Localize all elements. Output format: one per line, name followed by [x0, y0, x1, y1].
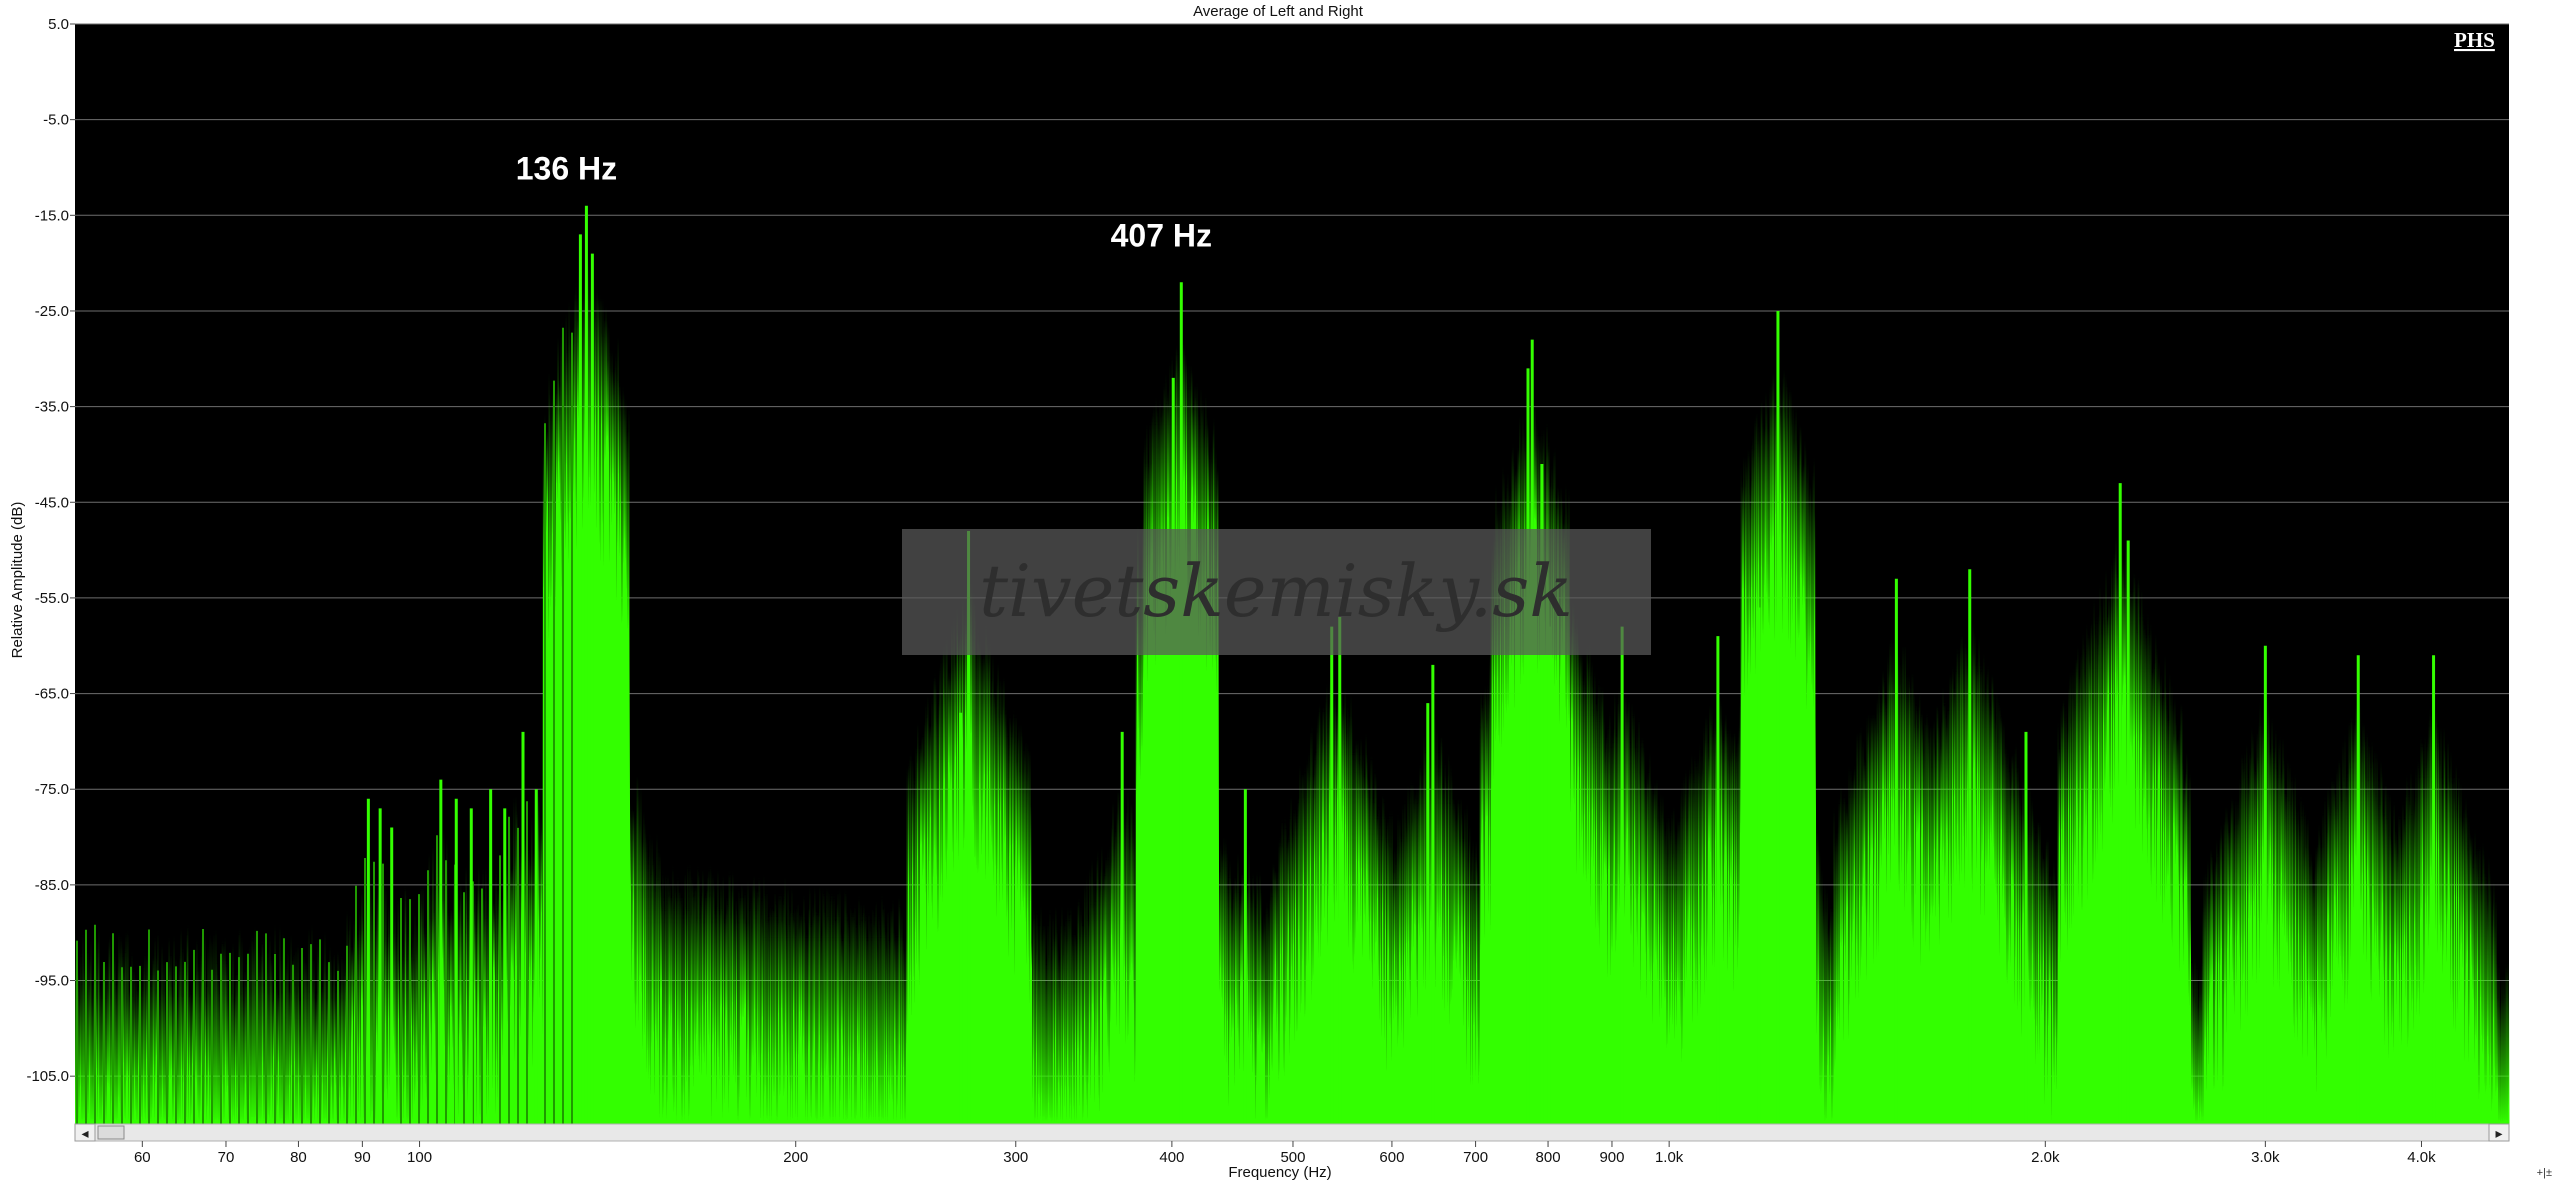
y-tick-label: -25.0 [35, 303, 69, 320]
x-axis-title: Frequency (Hz) [1228, 1164, 1331, 1181]
scrollbar-track[interactable] [74, 1123, 2510, 1142]
x-tick-label: 200 [783, 1149, 808, 1166]
y-tick-label: -75.0 [35, 781, 69, 798]
y-tick-label: -45.0 [35, 494, 69, 511]
watermark-text: tivetskemisky.sk [979, 549, 1573, 633]
phs-logo: PHS [2454, 28, 2495, 52]
y-axis-title: Relative Amplitude (dB) [9, 502, 26, 659]
scroll-right-arrow-icon: ▸ [2495, 1126, 2502, 1142]
scrollbar-thumb[interactable] [97, 1125, 125, 1140]
spectrum-chart: Average of Left and Right tivetskemisky.… [9, 3, 2552, 1181]
watermark: tivetskemisky.sk [902, 529, 1651, 655]
x-tick-label: 80 [290, 1149, 307, 1166]
x-tick-label: 4.0k [2407, 1149, 2436, 1166]
x-tick-label: 400 [1159, 1149, 1184, 1166]
y-tick-label: -105.0 [26, 1068, 69, 1085]
horizontal-scrollbar[interactable]: ◂ ▸ [74, 1123, 2510, 1142]
y-axis: 5.0 -5.0 -15.0 -25.0 -35.0 -45.0 -55.0 -65.0 -75… [26, 16, 75, 1085]
x-axis: 60 70 80 90 100 200 300 400 500 600 700 800 900 1.0k 2… [134, 1141, 2436, 1166]
y-tick-label: -5.0 [43, 112, 69, 129]
x-tick-label: 300 [1003, 1149, 1028, 1166]
spectrum-window: Average of Left and Right tivetskemisky.… [0, 0, 2555, 1184]
y-tick-label: -35.0 [35, 399, 69, 416]
x-tick-label: 2.0k [2031, 1149, 2060, 1166]
x-tick-label: 800 [1536, 1149, 1561, 1166]
y-tick-label: 5.0 [48, 16, 69, 33]
y-tick-label: -85.0 [35, 877, 69, 894]
x-tick-label: 700 [1463, 1149, 1488, 1166]
peak-annotation: 407 Hz [1111, 217, 1212, 253]
corner-controls[interactable]: +|± [2537, 1167, 2552, 1179]
y-tick-label: -95.0 [35, 973, 69, 990]
scroll-left-arrow-icon: ◂ [81, 1126, 88, 1142]
chart-title: Average of Left and Right [1193, 3, 1364, 20]
y-tick-label: -15.0 [35, 207, 69, 224]
x-tick-label: 900 [1599, 1149, 1624, 1166]
x-tick-label: 600 [1379, 1149, 1404, 1166]
y-tick-label: -55.0 [35, 590, 69, 607]
y-tick-label: -65.0 [35, 686, 69, 703]
x-tick-label: 60 [134, 1149, 151, 1166]
peak-annotation: 136 Hz [516, 150, 617, 186]
x-tick-label: 1.0k [1655, 1149, 1684, 1166]
x-tick-label: 70 [218, 1149, 235, 1166]
x-tick-label: 100 [407, 1149, 432, 1166]
x-tick-label: 90 [354, 1149, 371, 1166]
x-tick-label: 3.0k [2251, 1149, 2280, 1166]
